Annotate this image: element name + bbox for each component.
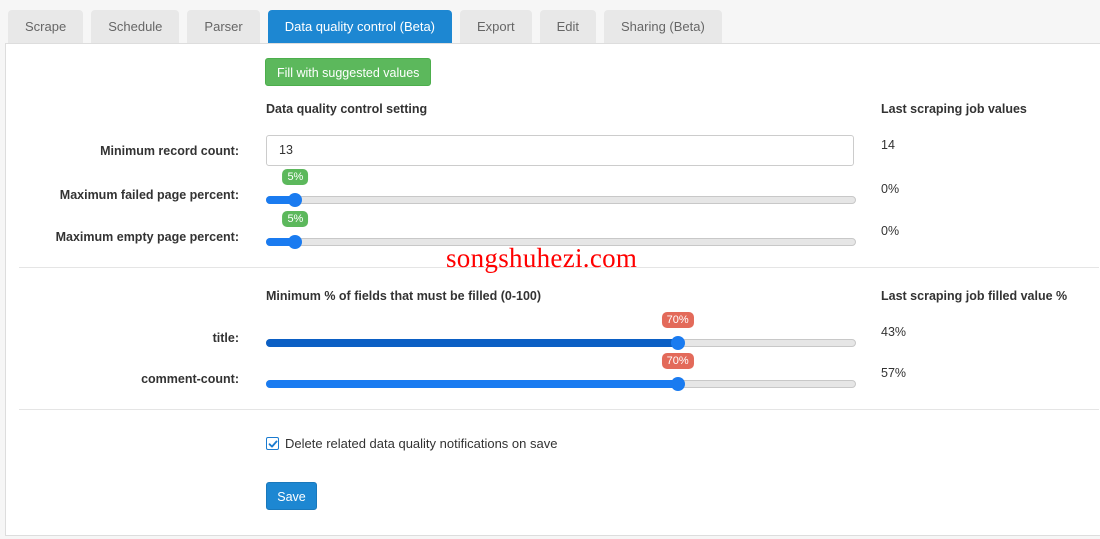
tab-schedule[interactable]: Schedule: [91, 10, 180, 44]
tab-scrape[interactable]: Scrape: [8, 10, 84, 44]
slider-value-bubble: 5%: [282, 169, 309, 185]
tab-edit[interactable]: Edit: [539, 10, 596, 44]
tab-export[interactable]: Export: [460, 10, 532, 44]
slider-track: [266, 196, 856, 204]
last-filled-header: Last scraping job filled value %: [881, 289, 1068, 303]
field-title-label: title:: [212, 331, 239, 345]
tab-bar: Scrape Schedule Parser Data quality cont…: [8, 10, 730, 44]
max-failed-page-slider[interactable]: 5%: [266, 169, 856, 207]
min-record-count-last-value: 14: [881, 138, 895, 152]
fields-header: Minimum % of fields that must be filled …: [266, 289, 542, 303]
slider-handle[interactable]: [670, 377, 685, 391]
max-failed-page-label: Maximum failed page percent:: [59, 188, 239, 202]
fill-suggested-values-button[interactable]: Fill with suggested values: [265, 58, 432, 86]
min-record-count-input[interactable]: 13: [266, 135, 854, 166]
field-comment-count-label: comment-count:: [141, 372, 239, 386]
field-comment-count-last-value: 57%: [881, 366, 907, 380]
slider-fill: [266, 339, 678, 347]
last-values-header: Last scraping job values: [881, 102, 1027, 116]
delete-notifications-row: Delete related data quality notification…: [266, 436, 557, 451]
data-quality-panel: Fill with suggested values Data quality …: [5, 43, 1100, 536]
delete-notifications-label[interactable]: Delete related data quality notification…: [285, 436, 557, 451]
delete-notifications-checkbox[interactable]: [266, 437, 279, 450]
field-title-slider[interactable]: 70%: [266, 312, 856, 350]
slider-handle[interactable]: [670, 336, 685, 350]
max-empty-page-last-value: 0%: [881, 224, 900, 238]
tab-data-quality-control[interactable]: Data quality control (Beta): [267, 10, 453, 44]
watermark-text: songshuhezi.com: [446, 243, 638, 273]
checkmark-icon: [268, 440, 277, 447]
max-failed-page-last-value: 0%: [881, 182, 900, 196]
tab-parser[interactable]: Parser: [187, 10, 260, 44]
min-record-count-label: Minimum record count:: [100, 144, 239, 158]
slider-fill: [266, 380, 678, 388]
slider-value-bubble: 70%: [661, 353, 694, 369]
setting-header: Data quality control setting: [266, 102, 428, 116]
tab-sharing[interactable]: Sharing (Beta): [604, 10, 722, 44]
field-comment-count-slider[interactable]: 70%: [266, 353, 856, 391]
max-empty-page-label: Maximum empty page percent:: [55, 230, 239, 244]
field-title-last-value: 43%: [881, 325, 907, 339]
save-button[interactable]: Save: [266, 482, 317, 510]
slider-handle[interactable]: [288, 193, 303, 207]
slider-value-bubble: 5%: [282, 211, 309, 227]
slider-value-bubble: 70%: [661, 312, 694, 328]
slider-handle[interactable]: [288, 235, 303, 249]
section-divider: [19, 409, 1099, 410]
